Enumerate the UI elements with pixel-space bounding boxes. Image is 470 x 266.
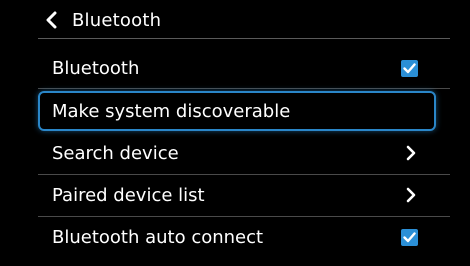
row-divider bbox=[38, 174, 450, 175]
checkmark-icon bbox=[403, 231, 416, 242]
chevron-right-icon bbox=[404, 144, 418, 162]
row-divider bbox=[38, 88, 450, 89]
setting-row-bluetooth[interactable]: Bluetooth bbox=[38, 49, 436, 87]
setting-label-search-device: Search device bbox=[52, 142, 179, 164]
setting-label-bluetooth-auto-connect: Bluetooth auto connect bbox=[52, 226, 264, 248]
chevron-left-icon[interactable] bbox=[40, 9, 62, 31]
setting-label-paired-device-list: Paired device list bbox=[52, 184, 205, 206]
chevron-right-icon bbox=[404, 186, 418, 204]
setting-row-bluetooth-auto-connect[interactable]: Bluetooth auto connect bbox=[38, 218, 436, 256]
bluetooth-checkbox[interactable] bbox=[401, 59, 418, 77]
setting-label-make-system-discoverable: Make system discoverable bbox=[52, 100, 291, 122]
setting-row-paired-device-list[interactable]: Paired device list bbox=[38, 176, 436, 214]
setting-row-search-device[interactable]: Search device bbox=[38, 134, 436, 172]
page-title: Bluetooth bbox=[72, 9, 162, 31]
row-divider bbox=[38, 216, 450, 217]
checkmark-icon bbox=[403, 62, 416, 73]
header-divider bbox=[38, 38, 450, 39]
setting-row-make-system-discoverable[interactable]: Make system discoverable bbox=[38, 91, 436, 131]
bluetooth-auto-connect-checkbox[interactable] bbox=[401, 228, 418, 246]
header-bar: Bluetooth bbox=[40, 4, 450, 36]
setting-label-bluetooth: Bluetooth bbox=[52, 57, 140, 79]
